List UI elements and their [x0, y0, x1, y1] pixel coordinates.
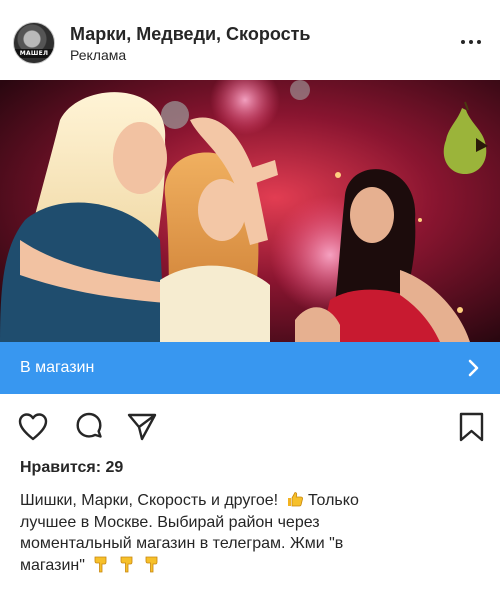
- post-image[interactable]: [0, 80, 500, 342]
- caption-line-3: моментальный магазин в телеграм. Жми "в: [20, 535, 344, 552]
- bookmark-icon[interactable]: [456, 411, 488, 443]
- likes-count[interactable]: Нравится: 29: [20, 459, 123, 477]
- avatar[interactable]: МАШЕЛ: [13, 22, 55, 64]
- heart-icon[interactable]: [17, 411, 49, 443]
- chevron-right-icon: [468, 359, 479, 377]
- caption-line-4: магазин": [20, 555, 480, 577]
- caption-text-4: магазин": [20, 556, 85, 574]
- send-icon[interactable]: [126, 411, 158, 443]
- party-photo: [0, 80, 500, 342]
- comment-icon[interactable]: [73, 411, 105, 443]
- pointing-down-emoji-icon: [145, 556, 158, 572]
- account-name[interactable]: Марки, Медведи, Скорость: [70, 24, 310, 45]
- avatar-label: МАШЕЛ: [14, 49, 54, 58]
- caption-line-1: Шишки, Марки, Скорость и другое! Только: [20, 490, 480, 512]
- post-actions: [0, 404, 500, 450]
- pointing-down-emoji-icon: [120, 556, 133, 572]
- thumbs-up-emoji-icon: [287, 492, 303, 507]
- shop-cta-button[interactable]: В магазин: [0, 342, 500, 394]
- pointing-down-emoji-icon: [94, 556, 107, 572]
- post-header: МАШЕЛ Марки, Медведи, Скорость Реклама: [0, 0, 500, 80]
- sponsored-label[interactable]: Реклама: [70, 47, 126, 63]
- caption-text-1b: Только: [308, 492, 359, 509]
- caption-text-1: Шишки, Марки, Скорость и другое!: [20, 492, 279, 509]
- caption-line-2: лучшее в Москве. Выбирай район через: [20, 513, 320, 531]
- shop-cta-label: В магазин: [20, 359, 95, 376]
- post-caption: Шишки, Марки, Скорость и другое! Только …: [20, 490, 480, 576]
- more-dots-icon[interactable]: [459, 32, 483, 52]
